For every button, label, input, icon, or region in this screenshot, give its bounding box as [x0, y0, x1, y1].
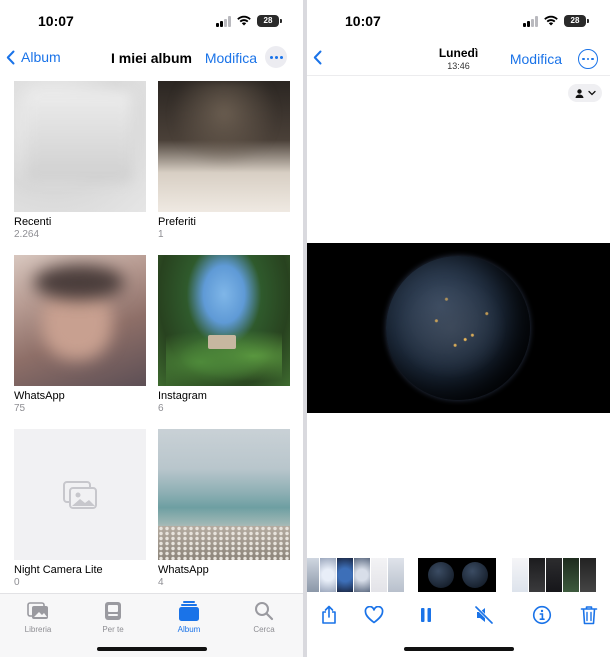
share-icon — [322, 605, 336, 624]
strip-thumbnail[interactable] — [546, 558, 562, 592]
photo-date: Lunedì 13:46 — [307, 46, 610, 71]
tab-cerca[interactable]: Cerca — [234, 600, 294, 634]
album-name: Recenti — [14, 216, 52, 228]
album-thumbnail — [14, 81, 146, 212]
strip-thumbnail[interactable] — [307, 558, 319, 592]
albums-screen: 10:07 28 Album I miei album Modifica Rec… — [0, 0, 303, 657]
battery-icon: 28 — [564, 15, 589, 27]
photos-icon — [27, 602, 48, 619]
battery-icon: 28 — [257, 15, 282, 27]
page-title: I miei album — [111, 50, 192, 66]
album-recenti[interactable]: Recenti 2.264 — [14, 81, 146, 240]
wifi-icon — [237, 15, 251, 26]
strip-current-thumbnail[interactable] — [418, 558, 496, 592]
edit-button[interactable]: Modifica — [205, 50, 257, 66]
strip-thumbnail[interactable] — [563, 558, 579, 592]
strip-thumbnail[interactable] — [371, 558, 387, 592]
trash-icon — [580, 606, 598, 625]
more-options-button[interactable] — [265, 46, 287, 68]
person-icon — [575, 88, 583, 98]
album-whatsapp-2[interactable]: WhatsApp 4 — [158, 429, 290, 588]
status-bar: 10:07 28 — [0, 0, 303, 42]
tab-per-te[interactable]: Per te — [83, 600, 143, 634]
people-menu-button[interactable] — [568, 84, 602, 102]
album-name: Preferiti — [158, 216, 196, 228]
album-thumbnail — [14, 429, 146, 560]
photo-time: 13:46 — [447, 61, 470, 71]
mute-button[interactable] — [473, 604, 495, 626]
album-name: WhatsApp — [158, 564, 209, 576]
earth-image — [386, 256, 530, 400]
strip-gap — [497, 558, 511, 592]
album-thumbnail — [158, 429, 290, 560]
album-whatsapp[interactable]: WhatsApp 75 — [14, 255, 146, 414]
tab-label: Album — [177, 625, 201, 634]
strip-thumbnail[interactable] — [337, 558, 353, 592]
ellipsis-icon — [269, 55, 273, 59]
strip-thumbnail[interactable] — [388, 558, 404, 592]
edit-button[interactable]: Modifica — [510, 51, 562, 67]
album-night-camera-lite[interactable]: Night Camera Lite 0 — [14, 429, 146, 588]
for-you-icon — [105, 602, 121, 620]
album-thumbnail — [158, 255, 290, 386]
strip-thumbnail[interactable] — [320, 558, 336, 592]
tab-label: Cerca — [253, 625, 275, 634]
wifi-icon — [544, 15, 558, 26]
delete-button[interactable] — [578, 604, 600, 626]
album-count: 6 — [158, 403, 164, 414]
pause-button[interactable] — [415, 604, 437, 626]
status-time: 10:07 — [345, 13, 381, 29]
album-count: 1 — [158, 229, 164, 240]
status-bar: 10:07 28 — [307, 0, 610, 42]
mute-icon — [474, 606, 494, 624]
share-button[interactable] — [318, 604, 340, 626]
more-options-button[interactable] — [578, 49, 598, 69]
pause-icon — [421, 608, 431, 622]
album-preferiti[interactable]: Preferiti 1 — [158, 81, 290, 240]
tab-album[interactable]: Album — [159, 600, 219, 634]
album-name: Night Camera Lite — [14, 564, 103, 576]
strip-thumbnail[interactable] — [354, 558, 370, 592]
main-photo[interactable] — [307, 243, 610, 413]
tab-label: Libreria — [24, 625, 52, 634]
album-thumbnail — [14, 255, 146, 386]
navigation-bar: Lunedì 13:46 Modifica — [307, 42, 610, 76]
ellipsis-icon — [582, 57, 585, 61]
tab-libreria[interactable]: Libreria — [8, 600, 68, 634]
navigation-bar: Album I miei album Modifica — [0, 42, 303, 74]
photo-day: Lunedì — [438, 46, 479, 60]
favorite-button[interactable] — [363, 604, 385, 626]
heart-icon — [364, 606, 384, 624]
photo-toolbar — [307, 596, 610, 632]
album-name: WhatsApp — [14, 390, 65, 402]
tab-bar: Libreria Per te Album Cerca — [0, 593, 303, 657]
cellular-signal-icon — [523, 16, 539, 27]
empty-album-photos-icon — [63, 480, 97, 509]
album-count: 4 — [158, 577, 164, 588]
album-count: 75 — [14, 403, 26, 414]
strip-thumbnail[interactable] — [580, 558, 596, 592]
strip-gap — [405, 558, 417, 592]
album-count: 2.264 — [14, 229, 40, 240]
chevron-down-icon — [587, 90, 596, 96]
strip-thumbnail[interactable] — [529, 558, 545, 592]
status-time: 10:07 — [38, 13, 74, 29]
home-indicator[interactable] — [96, 647, 207, 651]
photo-viewer-screen: 10:07 28 Lunedì 13:46 Modifica — [307, 0, 610, 657]
thumbnail-strip[interactable] — [307, 558, 610, 592]
album-instagram[interactable]: Instagram 6 — [158, 255, 290, 414]
info-button[interactable] — [531, 604, 553, 626]
strip-thumbnail[interactable] — [512, 558, 528, 592]
search-icon — [255, 602, 274, 621]
album-count: 0 — [14, 577, 20, 588]
album-thumbnail — [158, 81, 290, 212]
home-indicator[interactable] — [403, 647, 514, 651]
info-icon — [532, 605, 552, 625]
tab-label: Per te — [102, 625, 124, 634]
cellular-signal-icon — [216, 16, 232, 27]
album-name: Instagram — [158, 390, 207, 402]
album-icon — [179, 601, 199, 621]
